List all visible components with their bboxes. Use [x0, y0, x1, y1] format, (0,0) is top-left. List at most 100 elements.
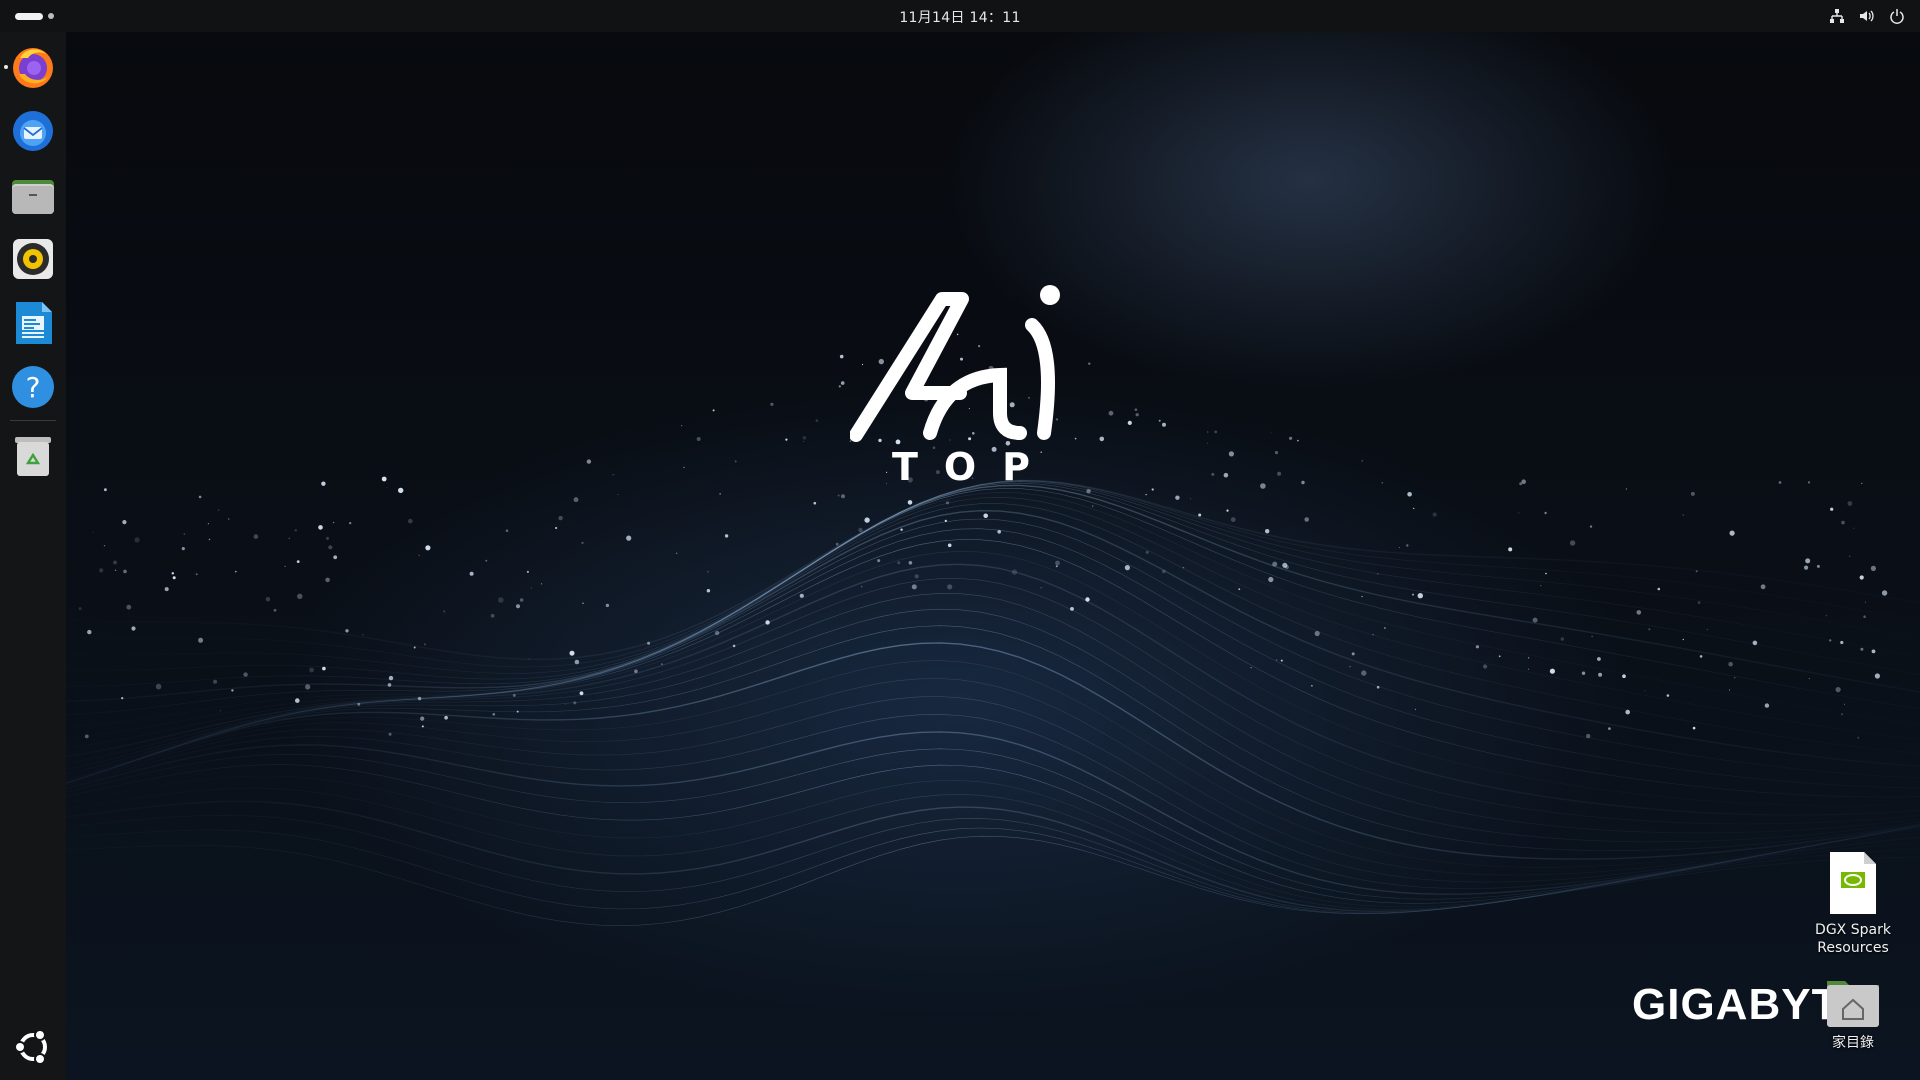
dock-item-thunderbird[interactable] [9, 107, 57, 155]
wave-particle [1228, 451, 1234, 457]
wave-particle [1297, 439, 1299, 442]
wave-particle [1549, 668, 1555, 674]
wave-particle [413, 646, 416, 649]
wave-particle [944, 519, 947, 523]
wave-line [59, 731, 1920, 895]
wave-particle [1099, 436, 1105, 442]
wave-particle [911, 584, 917, 590]
clock[interactable]: 11月14日 14：11 [0, 7, 1920, 27]
wave-particle [803, 441, 804, 442]
network-icon[interactable] [1828, 7, 1846, 25]
desktop-icon-label: 家目錄 [1832, 1035, 1874, 1051]
dock-item-libreoffice-writer[interactable] [9, 299, 57, 347]
wave-particle [418, 554, 420, 556]
wave-particle [207, 523, 209, 525]
wave-particle [1863, 615, 1866, 618]
wave-particle [164, 587, 169, 592]
wave-particle [1829, 639, 1832, 642]
wave-particle [1055, 560, 1060, 566]
wave-particle [219, 710, 221, 712]
wave-particle [841, 494, 845, 499]
wave-particle [99, 568, 104, 573]
wave-particle [1532, 617, 1538, 623]
wave-particle [1158, 419, 1161, 422]
wave-particle [172, 576, 176, 580]
dock-item-files[interactable] [9, 171, 57, 219]
wave-particle [1207, 442, 1208, 444]
wave-particle [615, 701, 617, 702]
wave-particle [714, 630, 720, 636]
wave-particle [1413, 507, 1415, 510]
wave-particle [1268, 576, 1274, 583]
svg-text:?: ? [26, 371, 41, 404]
desktop-icon-home[interactable]: 家目錄 [1798, 975, 1908, 1052]
wave-particle [907, 500, 913, 505]
wave-particle [318, 525, 323, 530]
wave-particle [1808, 677, 1810, 680]
wave-line [59, 714, 1920, 889]
wave-particle [208, 538, 211, 541]
wave-line [59, 814, 1920, 913]
wave-particle [333, 555, 338, 560]
wave-particle [1729, 530, 1735, 536]
wave-particle [1874, 673, 1880, 679]
dock-item-help[interactable]: ? [9, 363, 57, 411]
wave-particle [1807, 481, 1811, 484]
wave-particle [84, 734, 89, 739]
ai-top-logo: TOP [849, 283, 1070, 493]
wave-particle [253, 534, 259, 539]
wallpaper-wave [59, 333, 1920, 927]
system-tray[interactable] [1828, 7, 1906, 25]
desktop[interactable] [0, 0, 1920, 1080]
wave-particle [1398, 547, 1400, 549]
wave-particle [676, 552, 678, 554]
dock-separator [10, 420, 56, 421]
wave-line [59, 642, 1920, 860]
wave-particle [345, 629, 349, 633]
wave-particle [1622, 674, 1626, 678]
desktop-icon-dgx-spark-resources[interactable]: DGX Spark Resources [1798, 850, 1908, 957]
wave-line [59, 827, 1920, 914]
wave-particle [195, 573, 198, 576]
wave-particle [897, 561, 901, 565]
power-icon[interactable] [1888, 7, 1906, 25]
wave-particle [1314, 630, 1320, 637]
wave-particle [839, 354, 844, 359]
dock-item-trash[interactable] [9, 432, 57, 480]
volume-icon[interactable] [1858, 7, 1876, 25]
wave-particle [425, 545, 431, 551]
wave-particle [1518, 512, 1520, 514]
wave-particle [1011, 569, 1018, 575]
wave-particle [1289, 436, 1293, 440]
wave-particle [1361, 595, 1363, 598]
wave-particle [1275, 659, 1278, 661]
wave-particle [235, 570, 237, 573]
wave-particle [1865, 601, 1866, 603]
wave-particle [1361, 460, 1363, 462]
wave-particle [1859, 575, 1864, 580]
dock-item-firefox[interactable] [4, 43, 57, 91]
nvidia-document-icon [1830, 852, 1876, 914]
wave-particle [1849, 555, 1851, 557]
wave-particle [1728, 661, 1733, 667]
wave-particle [1697, 601, 1701, 604]
wave-particle [1223, 472, 1229, 478]
wave-particle [1804, 565, 1809, 570]
wave-particle [1055, 565, 1058, 568]
wave-particle [815, 419, 819, 422]
show-apps-button[interactable] [9, 1023, 57, 1071]
wave-particle [799, 593, 804, 598]
wave-particle [683, 466, 685, 469]
wave-particle [1699, 655, 1703, 658]
wave-particle [860, 585, 863, 588]
wave-particle [104, 488, 107, 492]
libreoffice-writer-icon [16, 302, 52, 344]
wave-particle [574, 659, 580, 665]
wave-line [59, 625, 1920, 851]
dock-item-rhythmbox[interactable] [9, 235, 57, 283]
wave-particle [485, 559, 488, 562]
wave-particle [1560, 637, 1565, 641]
wave-particle [719, 493, 721, 495]
wave-particle [626, 535, 632, 541]
wave-particle [1598, 672, 1603, 677]
